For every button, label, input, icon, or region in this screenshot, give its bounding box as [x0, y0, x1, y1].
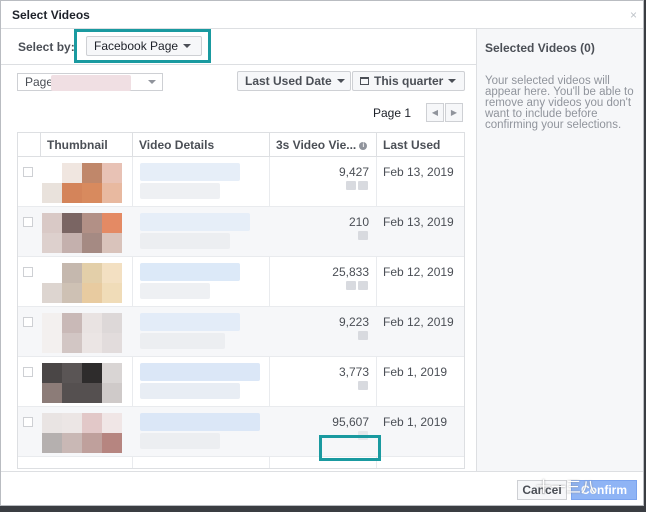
row-checkbox[interactable]	[23, 167, 33, 177]
sort-value: Last Used Date	[245, 74, 332, 88]
last-used-date: Feb 1, 2019	[383, 415, 448, 429]
video-browser-panel: Select by: Facebook Page Page Last Used …	[1, 29, 477, 471]
row-checkbox[interactable]	[23, 267, 33, 277]
video-views: 210	[348, 215, 369, 229]
column-checkbox	[18, 133, 40, 157]
last-used-date: Feb 12, 2019	[383, 265, 454, 279]
video-views: 9,427	[338, 165, 369, 179]
table-row[interactable]: 9,223 Feb 12, 2019	[18, 307, 464, 357]
select-by-dropdown[interactable]: Facebook Page	[86, 36, 202, 56]
table-row[interactable]: 25,833 Feb 12, 2019	[18, 257, 464, 307]
row-checkbox[interactable]	[23, 317, 33, 327]
column-3s-video-views-label: 3s Video Vie...	[276, 138, 357, 152]
chevron-down-icon	[336, 79, 345, 83]
table-row[interactable]: 95,607 Feb 1, 2019	[18, 407, 464, 457]
chevron-down-icon	[148, 80, 156, 84]
watermark-text: 十一三八	[536, 479, 597, 496]
selected-videos-title: Selected Videos (0)	[485, 41, 595, 55]
last-used-date: Feb 12, 2019	[383, 315, 454, 329]
video-status-icons	[346, 181, 368, 190]
views-highlight	[319, 435, 381, 461]
video-thumbnail	[42, 163, 122, 203]
row-checkbox[interactable]	[23, 217, 33, 227]
page-indicator: Page 1	[373, 106, 412, 120]
video-details-blurred	[140, 413, 268, 453]
column-3s-video-views[interactable]: 3s Video Vie... i	[269, 133, 376, 157]
video-details-blurred	[140, 213, 268, 253]
date-range-value: This quarter	[374, 74, 444, 88]
last-used-date: Feb 13, 2019	[383, 165, 454, 179]
page-select-value: Page	[25, 75, 54, 89]
blurred-page-name	[51, 75, 131, 91]
video-details-blurred	[140, 363, 268, 403]
date-range-dropdown[interactable]: This quarter	[352, 71, 465, 91]
chevron-down-icon	[448, 79, 457, 83]
video-views: 9,223	[338, 315, 369, 329]
video-details-blurred	[140, 313, 268, 353]
select-videos-dialog: Select Videos × Select by: Facebook Page…	[0, 0, 644, 506]
table-row[interactable]: 3,773 Feb 1, 2019	[18, 357, 464, 407]
column-thumbnail[interactable]: Thumbnail	[40, 133, 132, 157]
dialog-titlebar: Select Videos ×	[1, 1, 643, 29]
video-thumbnail	[42, 363, 122, 403]
chevron-down-icon	[183, 44, 192, 48]
sort-dropdown[interactable]: Last Used Date	[237, 71, 351, 91]
table-row[interactable]: 210 Feb 13, 2019	[18, 207, 464, 257]
video-details-blurred	[140, 263, 268, 303]
column-last-used[interactable]: Last Used	[376, 133, 464, 157]
video-status-icons	[358, 381, 368, 390]
select-by-value: Facebook Page	[94, 39, 179, 53]
video-thumbnail	[42, 213, 122, 253]
chevron-right-icon: ▶	[450, 108, 458, 117]
column-video-details[interactable]: Video Details	[132, 133, 269, 157]
video-status-icons	[358, 231, 368, 240]
video-thumbnail	[42, 263, 122, 303]
video-views: 95,607	[332, 415, 369, 429]
close-icon[interactable]: ×	[630, 8, 637, 22]
videos-table: Thumbnail Video Details 3s Video Vie... i…	[17, 132, 465, 469]
row-checkbox[interactable]	[23, 367, 33, 377]
calendar-icon	[360, 77, 369, 85]
video-views: 3,773	[338, 365, 369, 379]
dialog-title: Select Videos	[12, 7, 90, 22]
last-used-date: Feb 13, 2019	[383, 215, 454, 229]
select-by-label: Select by:	[18, 40, 75, 54]
row-checkbox[interactable]	[23, 417, 33, 427]
table-header: Thumbnail Video Details 3s Video Vie... i…	[18, 133, 464, 157]
video-views: 25,833	[332, 265, 369, 279]
next-page-button[interactable]: ▶	[445, 103, 463, 122]
video-thumbnail	[42, 313, 122, 353]
video-status-icons	[358, 331, 368, 340]
selected-videos-panel: Selected Videos (0) Your selected videos…	[477, 29, 643, 471]
video-thumbnail	[42, 413, 122, 453]
select-by-row: Select by: Facebook Page	[1, 29, 477, 65]
prev-page-button[interactable]: ◀	[426, 103, 444, 122]
selected-videos-hint: Your selected videos will appear here. Y…	[485, 75, 634, 131]
video-status-icons	[346, 281, 368, 290]
video-details-blurred	[140, 163, 268, 203]
last-used-date: Feb 1, 2019	[383, 365, 448, 379]
info-icon[interactable]: i	[359, 141, 368, 150]
chevron-left-icon: ◀	[431, 108, 439, 117]
table-row[interactable]: 9,427 Feb 13, 2019	[18, 157, 464, 207]
